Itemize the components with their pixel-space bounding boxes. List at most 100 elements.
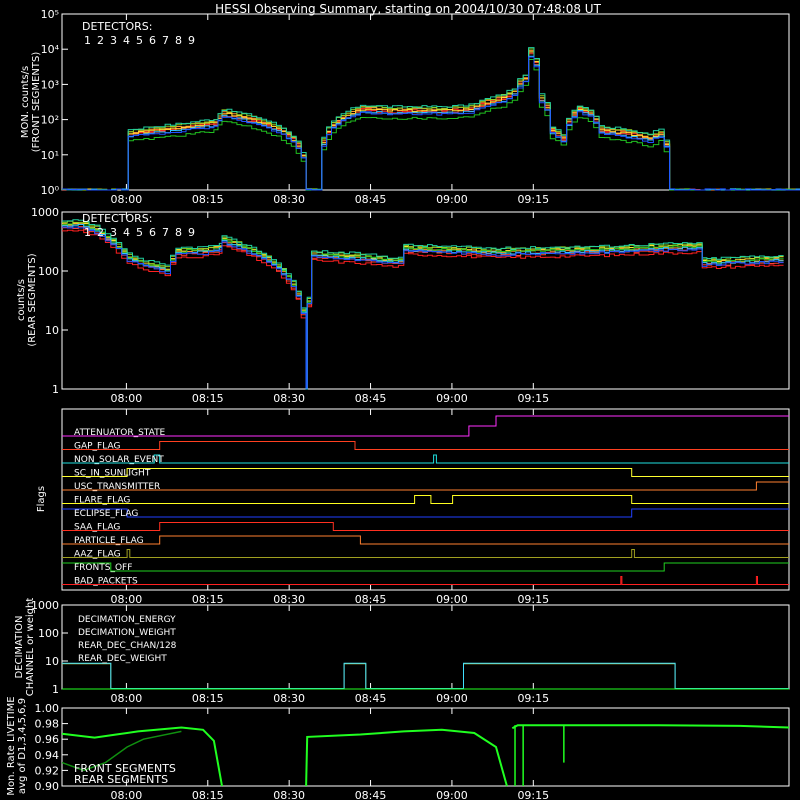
flag-label-aaz_flag: AAZ_FLAG [74, 550, 121, 560]
livetime-ytick-label: 0.96 [35, 733, 60, 746]
flag-trace-eclipse_flag [62, 508, 789, 518]
rear-series-det-9 [62, 226, 784, 389]
rear-panel-frame [61, 211, 790, 390]
decimation-panel-ylabel-line1: DECIMATION [14, 615, 25, 678]
rear-panel-xtick-label: 09:15 [517, 392, 549, 405]
front-panel-xtick-label: 08:45 [355, 193, 387, 206]
livetime-panel-ylabel-line1: Mon. Rate LIVETIME [6, 696, 17, 795]
livetime-legend-rear: REAR SEGMENTS [74, 773, 168, 786]
decimation-legend-2: REAR_DEC_CHAN/128 [78, 641, 177, 651]
flag-label-bad_packets: BAD_PACKETS [74, 577, 138, 587]
livetime-panel-xtick-label: 09:15 [517, 789, 549, 800]
rear-detectors-label: DETECTORS: [82, 212, 152, 225]
flags-panel-ylabel: Flags [36, 486, 47, 512]
front-series-det-4 [62, 51, 800, 191]
decimation-panel-xtick-label: 08:00 [111, 692, 143, 705]
decimation-ytick-label: 1 [52, 683, 59, 696]
front-panel-xtick-label: 08:30 [273, 193, 305, 206]
livetime-ytick-label: 1.00 [35, 702, 60, 715]
front-panel-ylabel-line1: MON. counts/s [20, 66, 31, 138]
front-panel-ylabel: MON. counts/s (FRONT SEGMENTS) [20, 52, 42, 153]
flag-label-eclipse_flag: ECLIPSE_FLAG [74, 509, 138, 519]
livetime-front-3 [511, 724, 790, 730]
flag-label-usc_transmitter: USC_TRANSMITTER [74, 482, 160, 492]
flags-panel-xtick-label: 08:30 [273, 593, 305, 606]
rear-detector-7: 7 [162, 226, 169, 239]
livetime-panel-xtick-label: 08:45 [355, 789, 387, 800]
front-panel-ylabel-line2: (FRONT SEGMENTS) [31, 52, 42, 153]
observing-summary-chart: HESSI Observing Summary, starting on 200… [6, 2, 800, 800]
flags-panel-xtick-label: 09:15 [517, 593, 549, 606]
front-detector-2: 2 [97, 34, 104, 47]
flag-label-gap_flag: GAP_FLAG [74, 442, 120, 452]
decimation-legend-0: DECIMATION_ENERGY [78, 615, 176, 625]
front-ytick-label: 10² [41, 114, 59, 127]
livetime-panel-xtick-label: 08:00 [111, 789, 143, 800]
flags-panel-xtick-label: 08:45 [355, 593, 387, 606]
rear-series-det-6 [62, 223, 784, 389]
front-panel-xtick-label: 08:15 [192, 193, 224, 206]
livetime-panel-xtick-label: 08:30 [273, 789, 305, 800]
rear-detector-6: 6 [149, 226, 156, 239]
flag-trace-attenuator_state [62, 415, 789, 437]
front-series-det-3 [62, 50, 800, 191]
decimation-legend-3: REAR_DEC_WEIGHT [78, 654, 167, 664]
livetime-ytick-label: 0.90 [35, 780, 60, 793]
flag-label-saa_flag: SAA_FLAG [74, 523, 120, 533]
front-detector-1: 1 [84, 34, 91, 47]
rear-ytick-label: 1 [52, 383, 59, 396]
front-series-det-1 [62, 51, 800, 191]
decimation-panel-xtick-label: 08:30 [273, 692, 305, 705]
front-ytick-label: 10¹ [41, 149, 59, 162]
rear-panel-ylabel-line1: counts/s [16, 279, 27, 321]
rear-detector-4: 4 [123, 226, 130, 239]
flag-trace-aaz_flag [62, 549, 789, 558]
flag-label-particle_flag: PARTICLE_FLAG [74, 536, 144, 546]
rear-ytick-label: 10 [45, 324, 59, 337]
flag-label-attenuator_state: ATTENUATOR_STATE [74, 428, 166, 438]
front-panel-frame [61, 13, 790, 191]
rear-panel-xtick-label: 09:00 [436, 392, 468, 405]
front-series-det-9 [62, 56, 800, 191]
flags-panel-ylabel-line1: Flags [36, 486, 47, 512]
panels: 08:00 08:15 08:30 08:45 09:00 09:15 MON. count… [6, 8, 800, 800]
livetime-panel-xtick-label: 09:00 [436, 789, 468, 800]
front-detectors-label: DETECTORS: [82, 20, 152, 33]
decimation-panel-ylabel: DECIMATION CHANNEL or weight [14, 598, 36, 697]
front-series-det-2 [62, 53, 800, 191]
rear-detector-5: 5 [136, 226, 143, 239]
decimation-ytick-label: 1000 [31, 599, 59, 612]
flags-panel-xtick-label: 09:00 [436, 593, 468, 606]
flag-trace-particle_flag [62, 535, 789, 545]
rear-ytick-label: 100 [38, 265, 59, 278]
livetime-ytick-label: 0.92 [35, 764, 60, 777]
flag-trace-flare_flag [62, 495, 789, 504]
decimation-panel-ylabel-line2: CHANNEL or weight [25, 598, 36, 697]
flag-trace-saa_flag [62, 522, 789, 531]
rear-panel-xtick-label: 08:30 [273, 392, 305, 405]
front-series-det-5 [62, 48, 800, 191]
front-ytick-label: 10⁰ [41, 184, 60, 197]
front-series-det-8 [62, 55, 800, 191]
flag-trace-bad_packets [62, 576, 789, 585]
flags-panel-xtick-label: 08:15 [192, 593, 224, 606]
front-detector-9: 9 [188, 34, 195, 47]
decimation-panel-xtick-label: 08:15 [192, 692, 224, 705]
flag-label-flare_flag: FLARE_FLAG [74, 496, 130, 506]
decimation-panel-xtick-label: 09:00 [436, 692, 468, 705]
rear-panel-xtick-label: 08:15 [192, 392, 224, 405]
decimation-panel-xtick-label: 09:15 [517, 692, 549, 705]
decimation-ytick-label: 100 [38, 627, 59, 640]
decimation-ytick-label: 10 [45, 655, 59, 668]
flag-trace-sc_in_sunlight [62, 468, 789, 477]
livetime-ytick-label: 0.98 [35, 718, 60, 731]
rear-panel-ylabel-line2: (REAR SEGMENTS) [27, 253, 38, 346]
front-detector-3: 3 [110, 34, 117, 47]
flag-label-fronts_off: FRONTS_OFF [74, 563, 132, 573]
rear-ytick-label: 1000 [31, 206, 59, 219]
front-panel-xtick-label: 08:00 [111, 193, 143, 206]
front-detector-5: 5 [136, 34, 143, 47]
livetime-panel-xtick-label: 08:15 [192, 789, 224, 800]
rear-detector-3: 3 [110, 226, 117, 239]
livetime-panel-ylabel-line2: avg of D1,3,4,5,6,9 [17, 698, 28, 794]
